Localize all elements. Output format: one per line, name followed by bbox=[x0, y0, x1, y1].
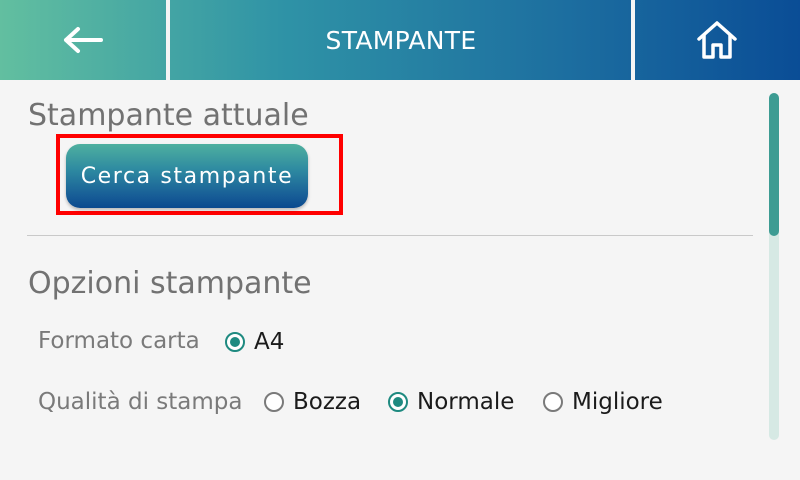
paper-format-a4-radio[interactable]: A4 bbox=[225, 329, 284, 355]
radio-selected-icon bbox=[225, 332, 245, 352]
home-button[interactable] bbox=[634, 0, 800, 80]
scrollbar-thumb[interactable] bbox=[769, 93, 779, 236]
back-button[interactable] bbox=[0, 0, 166, 80]
radio-unselected-icon bbox=[264, 392, 284, 412]
radio-selected-icon bbox=[388, 392, 408, 412]
current-printer-heading: Stampante attuale bbox=[28, 98, 309, 133]
print-quality-bozza-radio[interactable]: Bozza bbox=[264, 389, 361, 415]
printer-options-heading: Opzioni stampante bbox=[28, 266, 312, 301]
radio-unselected-icon bbox=[543, 392, 563, 412]
radio-label: A4 bbox=[254, 329, 285, 355]
print-quality-normale-radio[interactable]: Normale bbox=[388, 389, 514, 415]
page-title: STAMPANTE bbox=[325, 25, 477, 55]
header-bar: STAMPANTE bbox=[0, 0, 800, 80]
print-quality-migliore-radio[interactable]: Migliore bbox=[543, 389, 663, 415]
radio-label: Migliore bbox=[572, 389, 663, 415]
home-icon bbox=[697, 21, 737, 59]
print-quality-label: Qualità di stampa bbox=[38, 389, 243, 415]
arrow-left-icon bbox=[64, 27, 103, 53]
paper-format-label: Formato carta bbox=[38, 328, 200, 354]
section-divider bbox=[27, 235, 753, 236]
search-printer-button[interactable]: Cerca stampante bbox=[66, 144, 308, 208]
radio-label: Normale bbox=[417, 389, 515, 415]
radio-label: Bozza bbox=[293, 389, 362, 415]
